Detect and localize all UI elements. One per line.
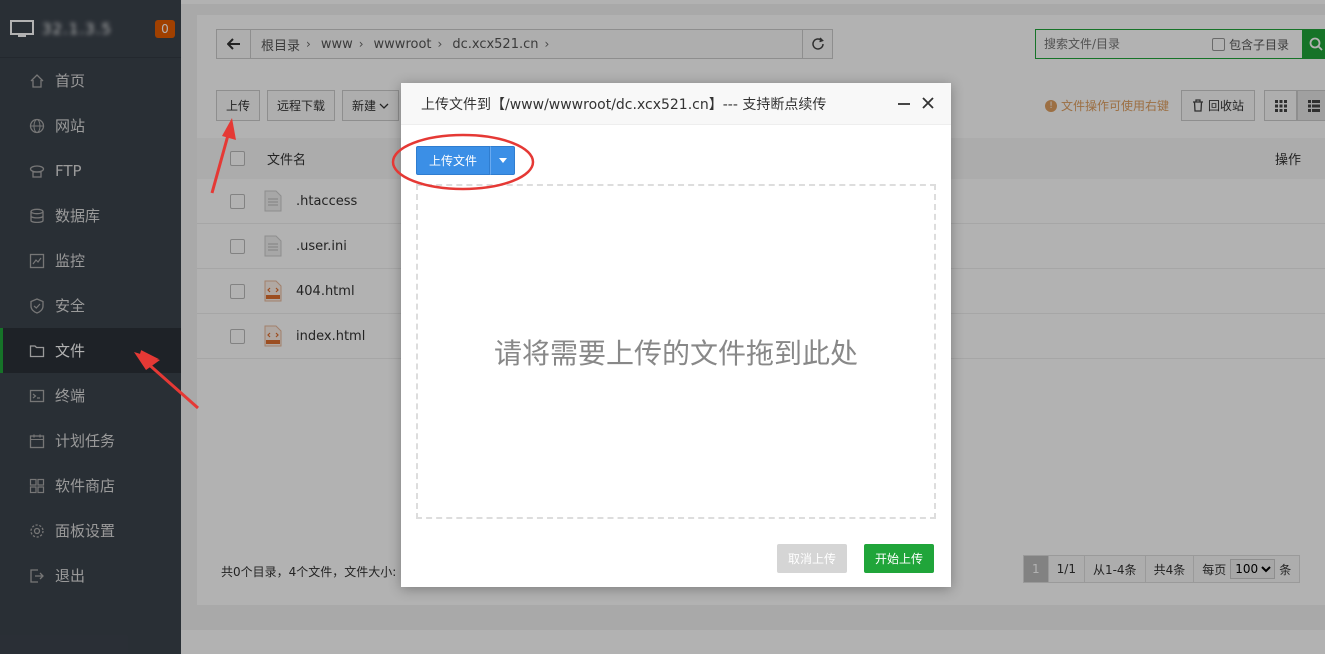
upload-file-button[interactable]: 上传文件 <box>416 146 491 175</box>
upload-dialog: 上传文件到【/www/wwwroot/dc.xcx521.cn】--- 支持断点… <box>401 83 951 587</box>
file-drop-zone[interactable]: 请将需要上传的文件拖到此处 <box>416 184 936 519</box>
dialog-header: 上传文件到【/www/wwwroot/dc.xcx521.cn】--- 支持断点… <box>401 83 951 125</box>
close-icon[interactable] <box>921 95 935 111</box>
dialog-title: 上传文件到【/www/wwwroot/dc.xcx521.cn】--- 支持断点… <box>421 96 827 113</box>
dialog-controls <box>897 95 935 111</box>
upload-file-button-group: 上传文件 <box>416 146 516 175</box>
cancel-upload-button[interactable]: 取消上传 <box>777 544 848 573</box>
drop-zone-text: 请将需要上传的文件拖到此处 <box>493 336 858 370</box>
start-upload-button[interactable]: 开始上传 <box>864 544 935 573</box>
caret-down-icon <box>498 158 507 163</box>
upload-options-dropdown[interactable] <box>490 146 516 175</box>
minimize-icon[interactable] <box>897 95 911 111</box>
